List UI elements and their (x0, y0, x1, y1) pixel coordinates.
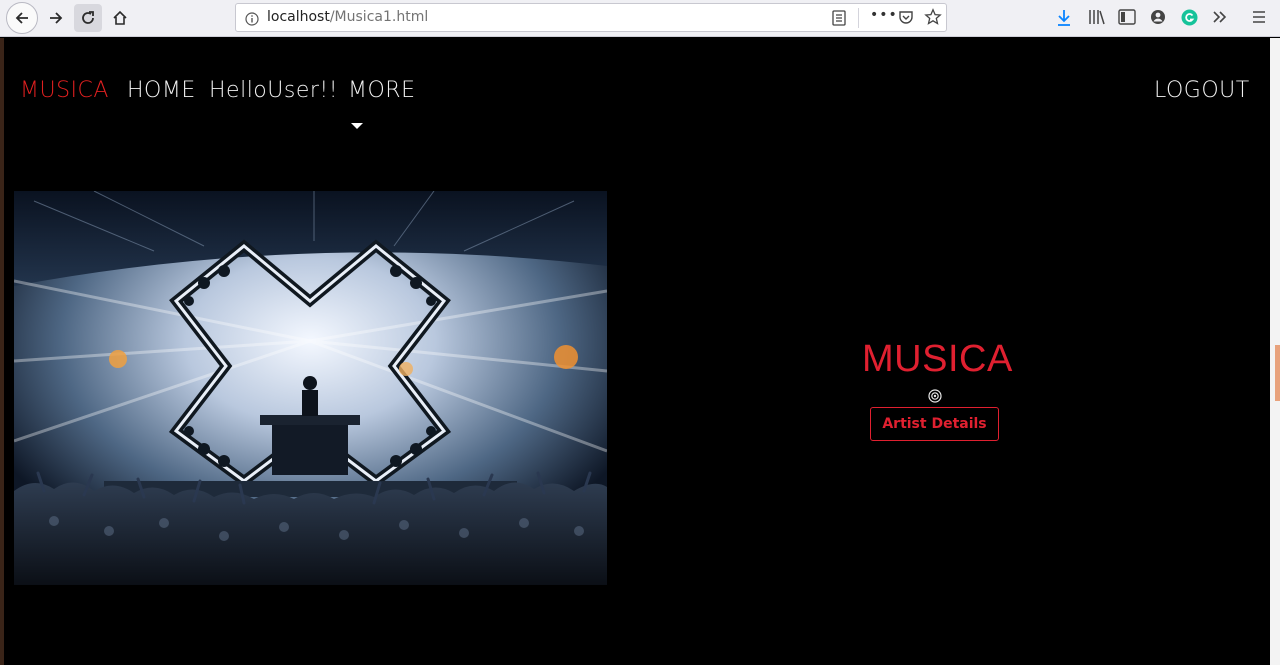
caret-down-icon[interactable] (351, 123, 363, 129)
download-icon[interactable] (1056, 9, 1072, 31)
library-icon[interactable] (1088, 9, 1106, 29)
forward-button[interactable] (42, 4, 70, 32)
top-navigation: MUSICA HOME HelloUser!! MORE LOGOUT (4, 78, 1270, 114)
nav-more-dropdown[interactable]: MORE (348, 78, 415, 103)
overflow-icon[interactable] (1212, 9, 1228, 29)
podcast-icon (927, 389, 942, 403)
reload-icon (82, 11, 94, 24)
page-viewport: MUSICA HOME HelloUser!! MORE LOGOUT MUSI… (4, 38, 1270, 665)
reader-icon[interactable] (832, 10, 846, 30)
back-icon (15, 12, 28, 24)
concert-image (14, 191, 607, 585)
account-icon[interactable] (1150, 9, 1166, 29)
sidebar-icon[interactable] (1118, 9, 1136, 29)
info-icon[interactable] (245, 11, 259, 30)
reload-button[interactable] (74, 4, 102, 32)
url-text[interactable]: localhost/Musica1.html (267, 9, 428, 25)
browser-toolbar: localhost/Musica1.html ••• (0, 0, 1280, 37)
grammarly-icon[interactable] (1181, 9, 1198, 30)
home-button[interactable] (106, 4, 134, 32)
nav-home-link[interactable]: HOME (127, 78, 196, 103)
artist-details-button[interactable]: Artist Details (870, 407, 999, 441)
brand-block: MUSICA Artist Details (862, 338, 1013, 441)
nav-user-link[interactable]: HelloUser!! (209, 78, 338, 103)
brand-title: MUSICA (862, 338, 1013, 380)
back-button[interactable] (6, 2, 38, 34)
page-actions-button[interactable]: ••• (870, 7, 898, 23)
nav-logout-link[interactable]: LOGOUT (1154, 78, 1250, 103)
url-bar[interactable]: localhost/Musica1.html ••• (235, 3, 947, 32)
menu-icon[interactable] (1252, 9, 1266, 29)
url-host: localhost (267, 9, 330, 25)
url-separator (858, 8, 859, 28)
forward-icon (50, 12, 63, 24)
url-path: /Musica1.html (329, 9, 429, 25)
nav-brand-link[interactable]: MUSICA (20, 78, 109, 103)
scrollbar-thumb[interactable] (1275, 345, 1280, 401)
star-icon[interactable] (924, 8, 942, 30)
home-icon (113, 10, 127, 25)
pocket-icon[interactable] (898, 10, 914, 29)
